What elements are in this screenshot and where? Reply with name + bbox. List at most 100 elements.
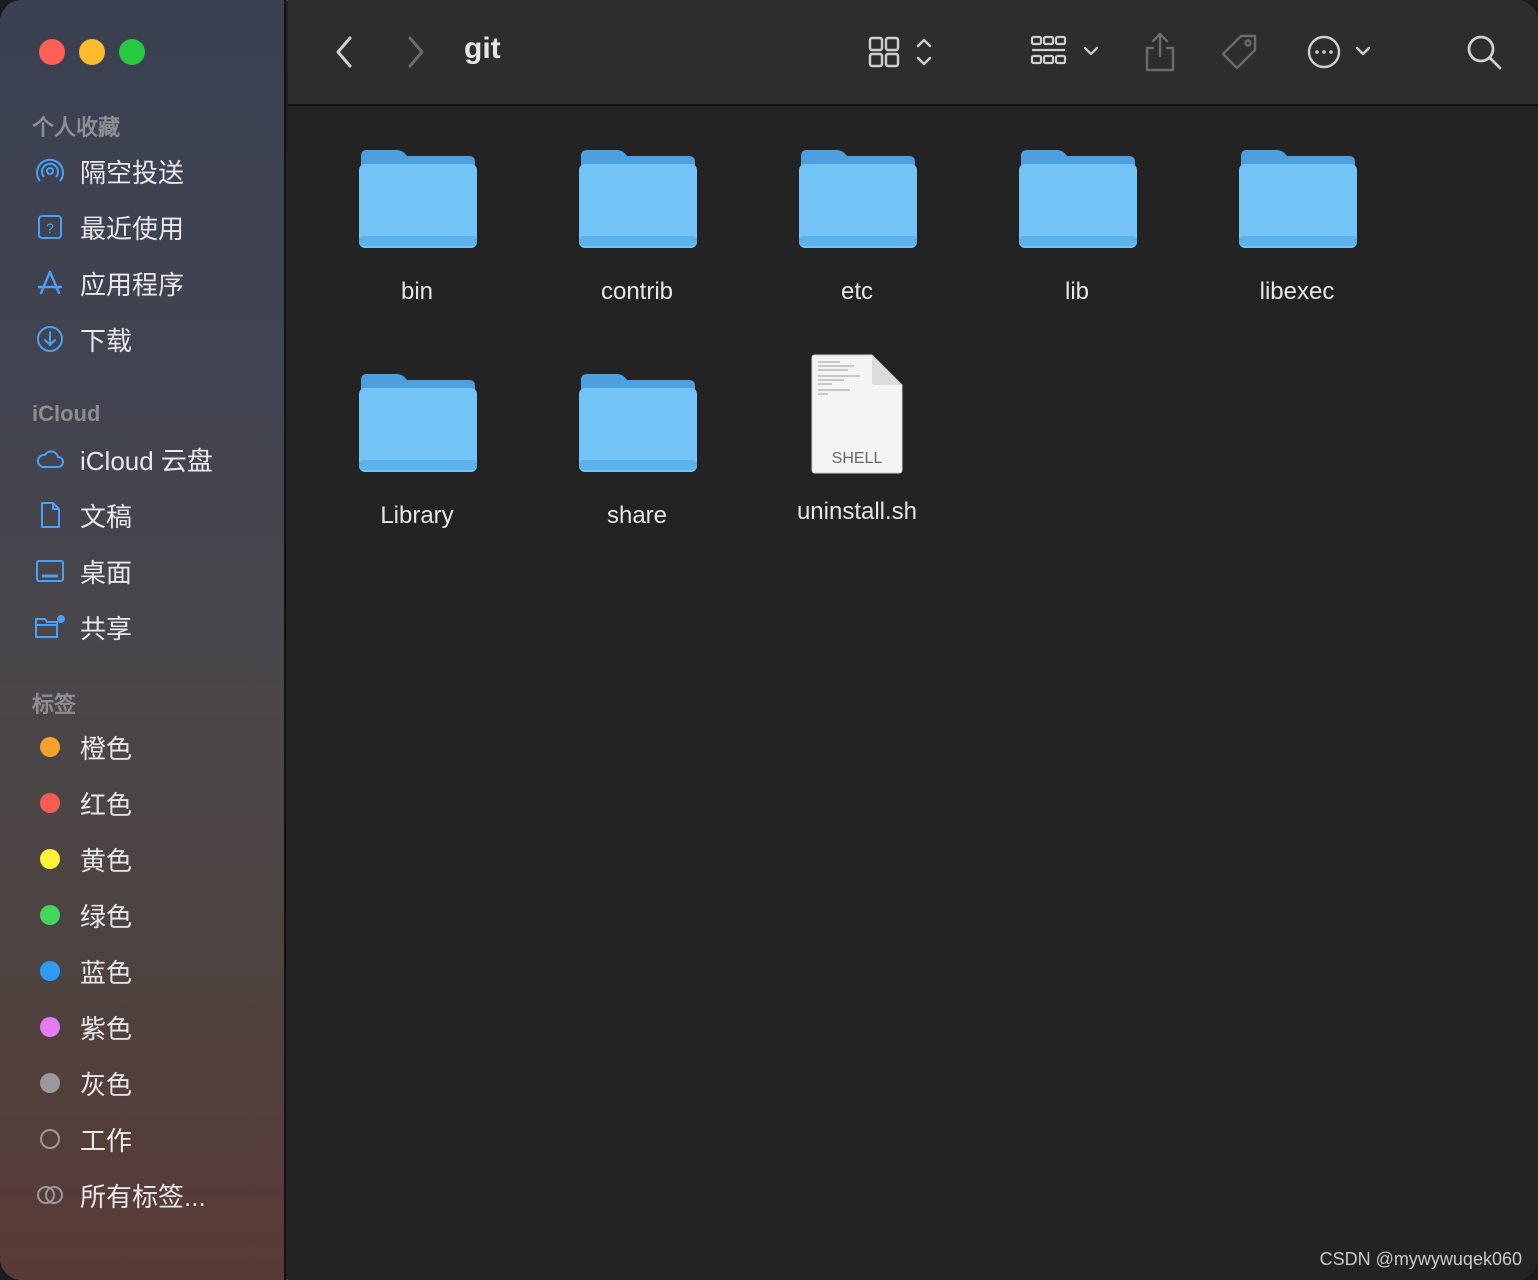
sidebar-item-label: 最近使用 — [80, 213, 185, 244]
close-button[interactable] — [39, 39, 65, 65]
folder-icon — [577, 370, 697, 474]
item-label: share — [606, 502, 668, 529]
file-browser-content: bin contrib etc lib libexec Library shar… — [288, 106, 1538, 1280]
sidebar-item-label: 所有标签... — [80, 1181, 206, 1212]
sidebar-item-label: 绿色 — [80, 901, 133, 932]
sidebar-item-label: 橙色 — [80, 733, 133, 764]
item-label: libexec — [1259, 278, 1335, 305]
sidebar-tag-orange[interactable]: 橙色 — [32, 727, 272, 767]
sidebar-item-label: 隔空投送 — [80, 157, 185, 188]
sidebar-item-label: 紫色 — [80, 1013, 133, 1044]
sidebar-tag-work[interactable]: 工作 — [32, 1119, 272, 1159]
search-icon — [1467, 35, 1502, 70]
item-label: etc — [840, 278, 873, 305]
downloads-icon — [32, 321, 68, 357]
tag-icon — [1221, 34, 1257, 70]
item-label: uninstall.sh — [796, 498, 918, 525]
chevron-right-icon — [408, 36, 424, 68]
sidebar-item-label: 黄色 — [80, 845, 133, 876]
sidebar-item-label: 工作 — [80, 1125, 133, 1156]
tag-empty-dot-icon — [32, 1121, 68, 1157]
icon-view-grid-icon — [868, 36, 932, 68]
toolbar: git — [288, 0, 1538, 106]
sidebar-item-recents[interactable]: ? 最近使用 — [32, 207, 272, 247]
folder-icon — [357, 146, 477, 250]
sidebar-item-label: 红色 — [80, 789, 133, 820]
group-grid-icon — [1030, 35, 1099, 65]
tag-dot-icon — [32, 841, 68, 877]
window-title: git — [464, 32, 501, 65]
search-button[interactable] — [1462, 26, 1506, 78]
svg-text:?: ? — [46, 220, 54, 236]
file-type-badge: SHELL — [831, 450, 883, 467]
document-icon — [32, 497, 68, 533]
sidebar-item-label: iCloud 云盘 — [80, 445, 213, 476]
sidebar-item-label: 文稿 — [80, 501, 133, 532]
minimize-button[interactable] — [79, 39, 105, 65]
folder-item-bin[interactable]: bin — [307, 106, 527, 306]
tag-dot-icon — [32, 953, 68, 989]
recents-icon: ? — [32, 209, 68, 245]
sidebar-item-label: 应用程序 — [80, 269, 185, 300]
airdrop-icon — [32, 153, 68, 189]
share-button[interactable] — [1140, 26, 1180, 78]
sidebar-item-label: 下载 — [80, 325, 133, 356]
sidebar-tag-red[interactable]: 红色 — [32, 783, 272, 823]
sidebar-item-icloud-drive[interactable]: iCloud 云盘 — [32, 439, 272, 479]
sidebar-item-desktop[interactable]: 桌面 — [32, 551, 272, 591]
group-button[interactable] — [1030, 26, 1104, 78]
sidebar-tag-blue[interactable]: 蓝色 — [32, 951, 272, 991]
sidebar-tag-gray[interactable]: 灰色 — [32, 1063, 272, 1103]
tag-dot-icon — [32, 1065, 68, 1101]
shared-folder-icon — [32, 609, 68, 645]
folder-item-library[interactable]: Library — [307, 330, 527, 530]
section-title-icloud: iCloud — [32, 401, 101, 426]
share-icon — [1145, 32, 1175, 72]
section-title-tags: 标签 — [32, 692, 77, 717]
shell-script-file-icon: SHELL — [810, 354, 904, 474]
applications-icon — [32, 265, 68, 301]
item-label: bin — [400, 278, 434, 305]
watermark: CSDN @mywywuqek060 — [1319, 1249, 1522, 1269]
folder-item-share[interactable]: share — [527, 330, 747, 530]
sidebar-item-applications[interactable]: 应用程序 — [32, 263, 272, 303]
sidebar-item-shared[interactable]: 共享 — [32, 607, 272, 647]
forward-button[interactable] — [396, 26, 436, 78]
section-title-favorites: 个人收藏 — [32, 115, 121, 140]
file-item-uninstall-sh[interactable]: SHELL uninstall.sh — [747, 330, 967, 530]
folder-item-libexec[interactable]: libexec — [1187, 106, 1407, 306]
sidebar-all-tags[interactable]: 所有标签... — [32, 1175, 272, 1215]
sidebar-item-airdrop[interactable]: 隔空投送 — [32, 151, 272, 191]
folder-icon — [1237, 146, 1357, 250]
folder-item-contrib[interactable]: contrib — [527, 106, 747, 306]
sidebar-item-documents[interactable]: 文稿 — [32, 495, 272, 535]
desktop-icon — [32, 553, 68, 589]
tag-dot-icon — [32, 729, 68, 765]
chevron-left-icon — [336, 36, 352, 68]
sidebar-item-label: 灰色 — [80, 1069, 133, 1100]
sidebar: 个人收藏 隔空投送 ? 最近使用 应用程序 下载 iCloud iCloud 云… — [0, 0, 286, 1280]
sidebar-item-downloads[interactable]: 下载 — [32, 319, 272, 359]
folder-icon — [357, 370, 477, 474]
folder-item-lib[interactable]: lib — [967, 106, 1187, 306]
back-button[interactable] — [324, 26, 364, 78]
tag-dot-icon — [32, 897, 68, 933]
tag-dot-icon — [32, 785, 68, 821]
view-mode-button[interactable] — [866, 26, 938, 78]
folder-icon — [577, 146, 697, 250]
folder-icon — [797, 146, 917, 250]
all-tags-icon — [32, 1177, 68, 1213]
folder-item-etc[interactable]: etc — [747, 106, 967, 306]
sidebar-tag-purple[interactable]: 紫色 — [32, 1007, 272, 1047]
tags-button[interactable] — [1218, 26, 1260, 78]
item-label: contrib — [600, 278, 674, 305]
finder-window: 个人收藏 隔空投送 ? 最近使用 应用程序 下载 iCloud iCloud 云… — [0, 0, 1538, 1280]
more-actions-button[interactable] — [1304, 26, 1376, 78]
sidebar-tag-yellow[interactable]: 黄色 — [32, 839, 272, 879]
ellipsis-circle-icon — [1307, 35, 1371, 69]
sidebar-tag-green[interactable]: 绿色 — [32, 895, 272, 935]
cloud-icon — [32, 441, 68, 477]
maximize-button[interactable] — [119, 39, 145, 65]
sidebar-item-label: 蓝色 — [80, 957, 133, 988]
folder-icon — [1017, 146, 1137, 250]
